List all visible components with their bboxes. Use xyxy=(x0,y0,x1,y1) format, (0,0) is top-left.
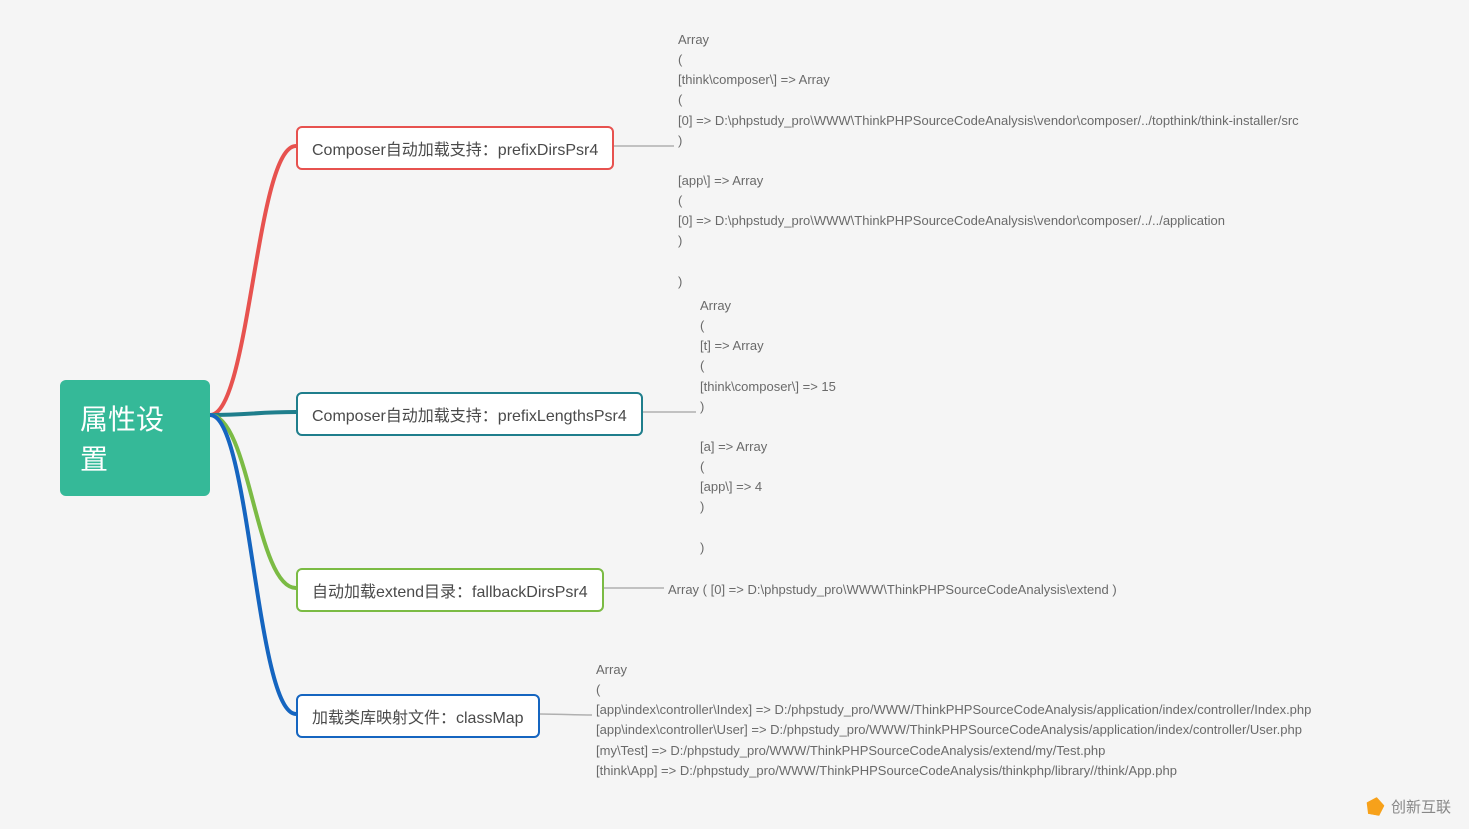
watermark-text: 创新互联 xyxy=(1391,796,1451,817)
leaf-text-b4: Array ( [app\index\controller\Index] => … xyxy=(596,660,1311,781)
branch-label: Composer自动加载支持：prefixLengthsPsr4 xyxy=(312,408,627,425)
branch-label: Composer自动加载支持：prefixDirsPsr4 xyxy=(312,142,598,159)
branch-node-b4[interactable]: 加载类库映射文件：classMap xyxy=(296,694,540,738)
connector-root-b2 xyxy=(210,412,296,415)
branch-label: 自动加载extend目录：fallbackDirsPsr4 xyxy=(312,584,588,601)
branch-node-b2[interactable]: Composer自动加载支持：prefixLengthsPsr4 xyxy=(296,392,643,436)
logo-icon xyxy=(1363,795,1386,818)
branch-node-b1[interactable]: Composer自动加载支持：prefixDirsPsr4 xyxy=(296,126,614,170)
root-node[interactable]: 属性设置 xyxy=(60,380,210,496)
branch-label: 加载类库映射文件：classMap xyxy=(312,710,524,727)
connector-root-b1 xyxy=(210,146,296,415)
branch-node-b3[interactable]: 自动加载extend目录：fallbackDirsPsr4 xyxy=(296,568,604,612)
leaf-text-b1: Array ( [think\composer\] => Array ( [0]… xyxy=(678,30,1299,292)
watermark: 创新互联 xyxy=(1365,796,1451,817)
leaf-text-b3: Array ( [0] => D:\phpstudy_pro\WWW\Think… xyxy=(668,580,1117,600)
leaf-text-b2: Array ( [t] => Array ( [think\composer\]… xyxy=(700,296,836,558)
connector-leaf-b4 xyxy=(540,714,592,715)
connector-root-b4 xyxy=(210,415,296,714)
connector-root-b3 xyxy=(210,415,296,588)
